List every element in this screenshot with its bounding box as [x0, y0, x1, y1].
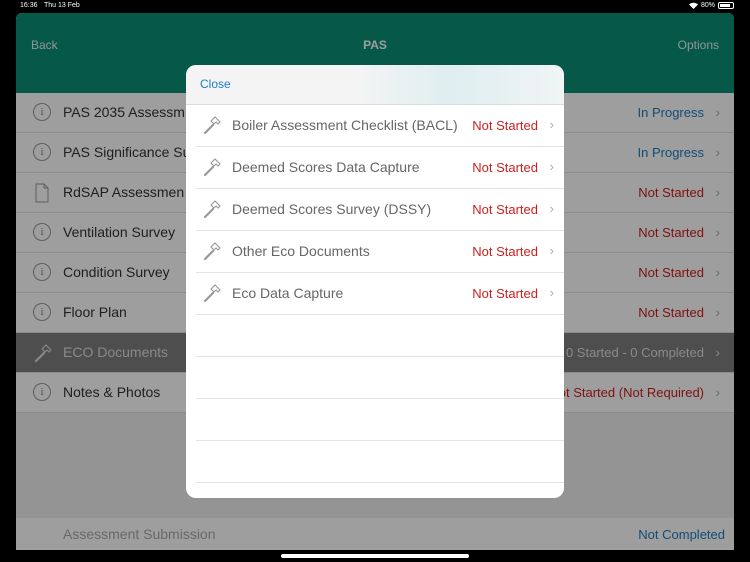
chevron-right-icon: › [549, 285, 554, 300]
popover-item-label: Other Eco Documents [232, 243, 370, 259]
status-right: 80% [688, 2, 734, 9]
popover-item-label: Boiler Assessment Checklist (BACL) [232, 117, 458, 133]
hammer-icon [202, 115, 222, 135]
empty-row [196, 357, 564, 399]
hammer-icon [202, 157, 222, 177]
popover-item-label: Eco Data Capture [232, 285, 344, 301]
eco-documents-popover: Close Boiler Assessment Checklist (BACL)… [186, 65, 564, 498]
chevron-right-icon: › [549, 117, 554, 132]
close-button[interactable]: Close [200, 77, 231, 91]
popover-item-eco-data-capture[interactable]: Eco Data Capture Not Started › [196, 273, 564, 315]
status-label: Not Started [472, 202, 538, 217]
popover-item-label: Deemed Scores Survey (DSSY) [232, 201, 432, 217]
hammer-icon [202, 283, 222, 303]
wifi-icon [688, 2, 698, 9]
popover-header: Close [186, 65, 564, 105]
empty-row [196, 315, 564, 357]
status-label: Not Started [472, 244, 538, 259]
chevron-right-icon: › [549, 243, 554, 258]
status-time: 16:36 [20, 2, 38, 9]
empty-row [196, 441, 564, 483]
status-label: Not Started [472, 160, 538, 175]
popover-item-label: Deemed Scores Data Capture [232, 159, 420, 175]
status-label: Not Started [472, 118, 538, 133]
popover-item-deemed-scores-data-capture[interactable]: Deemed Scores Data Capture Not Started › [196, 147, 564, 189]
hammer-icon [202, 241, 222, 261]
home-indicator[interactable] [281, 554, 469, 558]
popover-item-dssy[interactable]: Deemed Scores Survey (DSSY) Not Started … [196, 189, 564, 231]
hammer-icon [202, 199, 222, 219]
battery-percent: 80% [700, 2, 715, 9]
status-label: Not Started [472, 286, 538, 301]
battery-icon [718, 2, 734, 9]
status-bar: 16:36 Thu 13 Feb 80% [0, 0, 750, 13]
chevron-right-icon: › [549, 201, 554, 216]
chevron-right-icon: › [549, 159, 554, 174]
status-date: Thu 13 Feb [44, 2, 80, 9]
popover-item-other-eco-documents[interactable]: Other Eco Documents Not Started › [196, 231, 564, 273]
empty-row [196, 399, 564, 441]
popover-item-bacl[interactable]: Boiler Assessment Checklist (BACL) Not S… [196, 105, 564, 147]
